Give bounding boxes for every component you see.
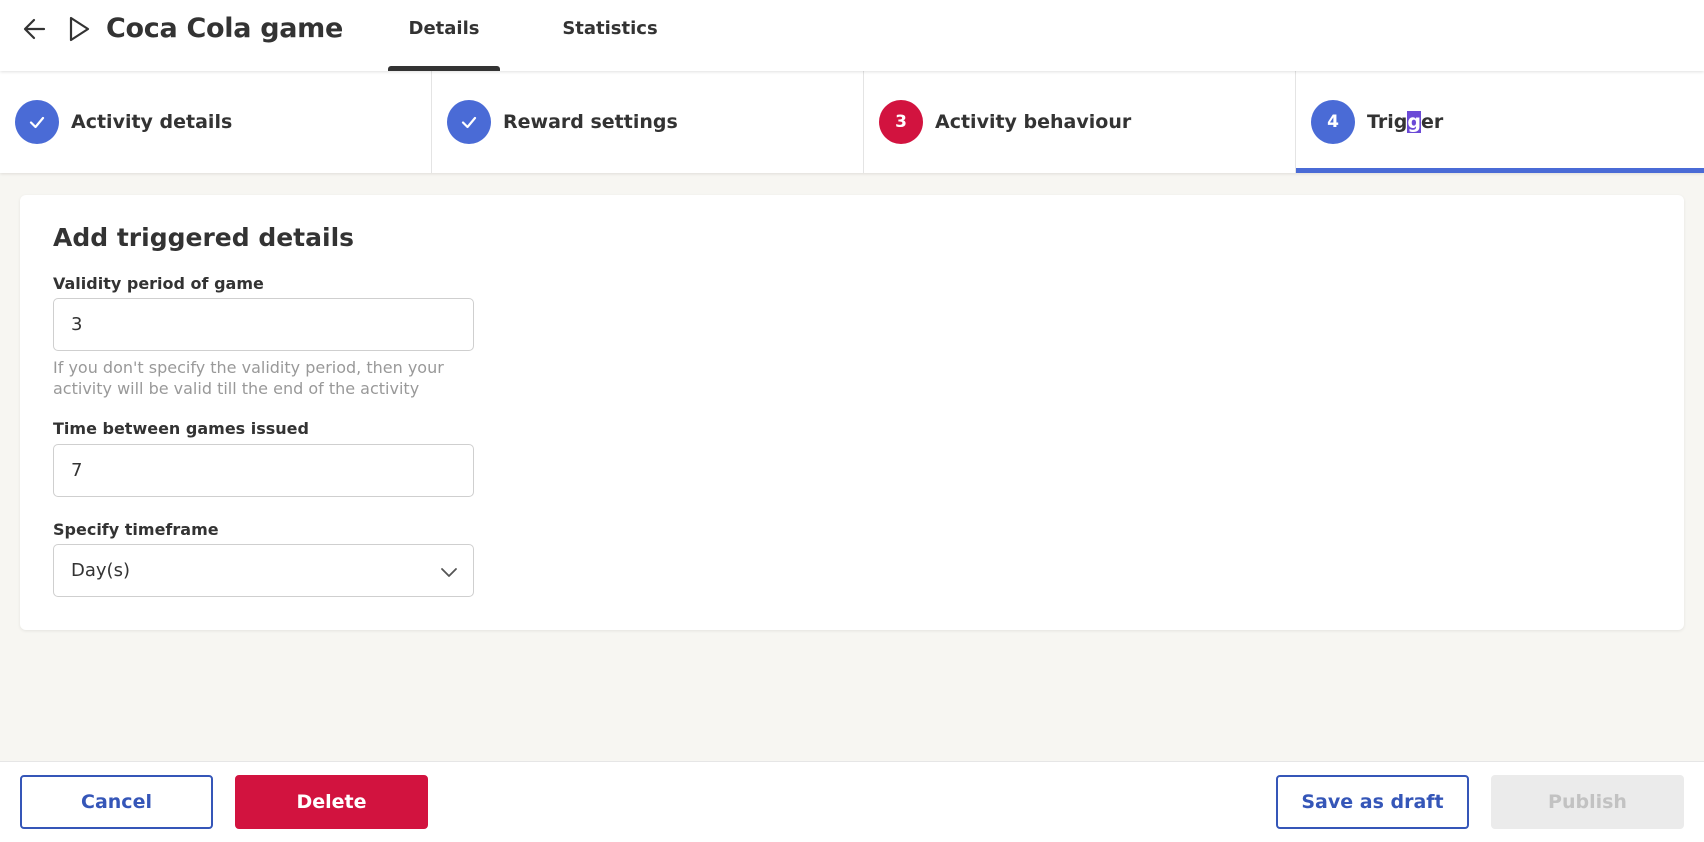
chevron-down-icon: [441, 568, 457, 577]
step-number-badge: 3: [879, 100, 923, 144]
step-label: Activity behaviour: [935, 111, 1132, 133]
card-title: Add triggered details: [53, 223, 355, 252]
trigger-details-card: Add triggered details Validity period of…: [20, 195, 1684, 630]
step-label: Trigger: [1367, 111, 1443, 133]
checkmark-icon: [29, 116, 45, 129]
page-title: Coca Cola game: [106, 13, 344, 44]
publish-button[interactable]: Publish: [1491, 775, 1684, 829]
timeframe-selected-value: Day(s): [71, 560, 130, 581]
action-footer: Cancel Delete Save as draft Publish: [0, 761, 1704, 842]
step-done-badge: [15, 100, 59, 144]
tab-active-indicator: [388, 66, 500, 71]
step-label-suffix: er: [1420, 111, 1444, 133]
timeframe-select[interactable]: Day(s): [53, 544, 474, 597]
stepper: Activity details Reward settings 3 Activ…: [0, 71, 1704, 173]
top-header: Coca Cola game Details Statistics: [0, 0, 1704, 71]
step-done-badge: [447, 100, 491, 144]
step-number-badge: 4: [1311, 100, 1355, 144]
tab-statistics-label: Statistics: [562, 18, 658, 39]
checkmark-icon: [461, 116, 477, 129]
play-icon: [64, 12, 94, 46]
text-selection-highlight: g: [1407, 111, 1421, 133]
time-between-input[interactable]: [53, 444, 474, 497]
save-as-draft-button[interactable]: Save as draft: [1276, 775, 1469, 829]
step-activity-details[interactable]: Activity details: [0, 71, 432, 173]
timeframe-label: Specify timeframe: [53, 520, 219, 539]
validity-help-text: If you don't specify the validity period…: [53, 358, 444, 398]
step-active-indicator: [1296, 168, 1704, 173]
step-label-prefix: Trig: [1367, 111, 1408, 133]
cancel-button[interactable]: Cancel: [20, 775, 213, 829]
step-label: Activity details: [71, 111, 233, 133]
step-trigger[interactable]: 4 Trigger: [1296, 71, 1704, 173]
validity-period-input[interactable]: [53, 298, 474, 351]
arrow-left-icon: [23, 18, 46, 40]
time-between-label: Time between games issued: [53, 419, 309, 438]
step-activity-behaviour[interactable]: 3 Activity behaviour: [864, 71, 1296, 173]
step-label: Reward settings: [503, 111, 678, 133]
validity-period-label: Validity period of game: [53, 274, 264, 293]
back-button[interactable]: [18, 12, 52, 46]
delete-button[interactable]: Delete: [235, 775, 428, 829]
step-reward-settings[interactable]: Reward settings: [432, 71, 864, 173]
tab-details[interactable]: Details: [388, 0, 500, 71]
tab-statistics[interactable]: Statistics: [545, 0, 675, 71]
tab-details-label: Details: [408, 18, 480, 39]
